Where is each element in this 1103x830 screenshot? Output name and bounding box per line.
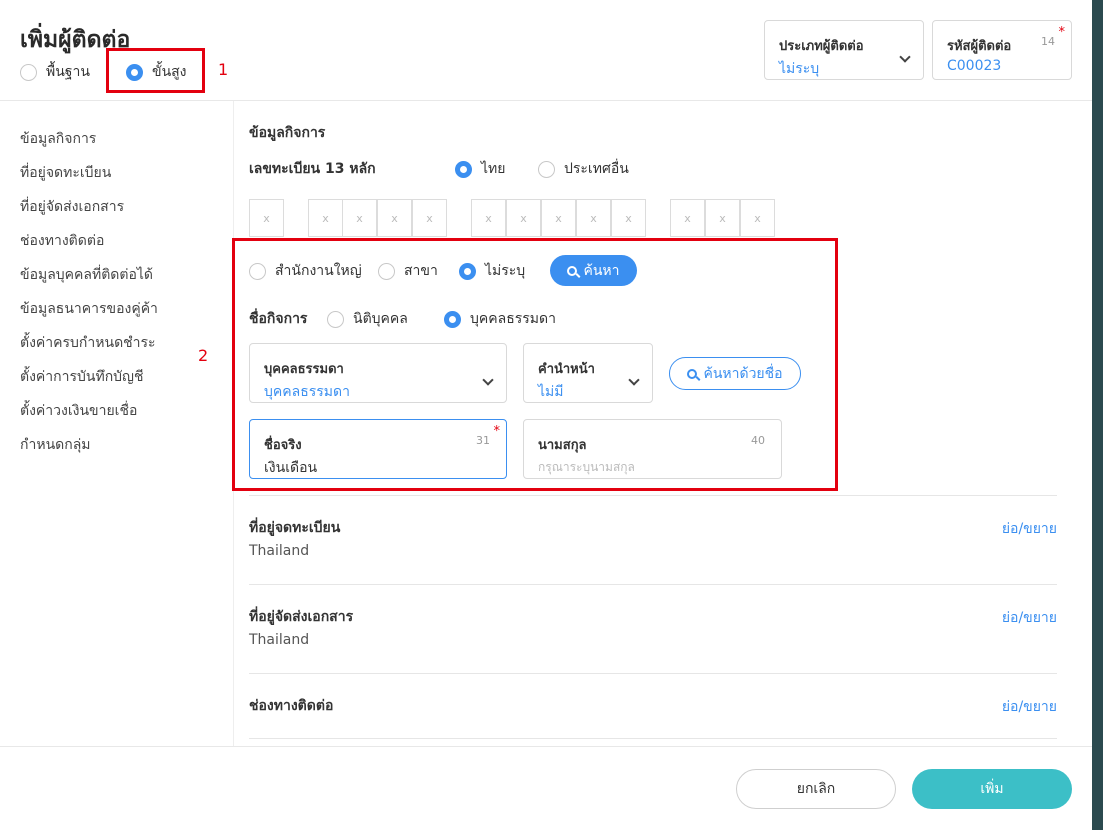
contact-type-value: ไม่ระบุ xyxy=(779,61,820,77)
add-button[interactable]: เพิ่ม xyxy=(912,769,1072,809)
tax-digit-9[interactable]: x xyxy=(576,199,611,237)
section-divider xyxy=(249,673,1057,674)
contact-code-label: รหัสผู้ติดต่อ xyxy=(947,39,1012,54)
tax-digit-5[interactable]: x xyxy=(412,199,447,237)
country-other-option[interactable]: ประเทศอื่น xyxy=(538,158,629,180)
cancel-button[interactable]: ยกเลิก xyxy=(736,769,896,809)
sidebar-item-accounting-settings[interactable]: ตั้งค่าการบันทึกบัญชี xyxy=(20,366,144,388)
country-thai-radio[interactable] xyxy=(455,160,472,178)
tax-digit-12[interactable]: x xyxy=(705,199,740,237)
mailing-address-title: ที่อยู่จัดส่งเอกสาร xyxy=(249,609,354,625)
contact-channels-title: ช่องทางติดต่อ xyxy=(249,698,334,714)
tax-digit-13[interactable]: x xyxy=(740,199,775,237)
header-divider xyxy=(0,100,1092,101)
tax-digit-4[interactable]: x xyxy=(377,199,412,237)
section-divider xyxy=(249,584,1057,585)
contact-code-field[interactable]: รหัสผู้ติดต่อ 14 * C00023 xyxy=(932,20,1072,80)
add-contact-modal: เพิ่มผู้ติดต่อ พื้นฐาน ขั้นสูง 1 ประเภทผ… xyxy=(0,0,1092,830)
sidebar-item-bank-info[interactable]: ข้อมูลธนาคารของคู่ค้า xyxy=(20,298,158,320)
sidebar-item-groups[interactable]: กำหนดกลุ่ม xyxy=(20,434,91,456)
country-other-label: ประเทศอื่น xyxy=(564,161,629,177)
section-divider xyxy=(249,495,1057,496)
tax-digit-3[interactable]: x xyxy=(342,199,377,237)
sidebar-item-registered-address[interactable]: ที่อยู่จดทะเบียน xyxy=(20,162,111,184)
tax-digit-6[interactable]: x xyxy=(471,199,506,237)
registered-address-value: Thailand xyxy=(249,543,310,559)
mode-basic-radio[interactable] xyxy=(20,63,37,81)
chevron-down-icon xyxy=(899,51,911,63)
sidebar-item-contact-persons[interactable]: ข้อมูลบุคคลที่ติดต่อได้ xyxy=(20,264,153,286)
required-marker: * xyxy=(1058,25,1066,40)
footer-divider xyxy=(0,746,1092,747)
mode-basic-label: พื้นฐาน xyxy=(46,64,90,80)
contact-code-value: C00023 xyxy=(947,58,1002,74)
sidebar-item-payment-terms[interactable]: ตั้งค่าครบกำหนดชำระ xyxy=(20,332,156,354)
business-section-title: ข้อมูลกิจการ xyxy=(249,125,326,141)
tax-id-label: เลขทะเบียน 13 หลัก xyxy=(249,161,376,177)
sidebar-item-mailing-address[interactable]: ที่อยู่จัดส่งเอกสาร xyxy=(20,196,124,218)
contact-channels-toggle[interactable]: ย่อ/ขยาย xyxy=(1002,696,1057,718)
mailing-address-value: Thailand xyxy=(249,632,310,648)
sidebar-item-business-info[interactable]: ข้อมูลกิจการ xyxy=(20,128,96,150)
tax-digit-10[interactable]: x xyxy=(611,199,646,237)
sidebar-item-credit-limit[interactable]: ตั้งค่าวงเงินขายเชื่อ xyxy=(20,400,137,422)
tax-digit-8[interactable]: x xyxy=(541,199,576,237)
annotation-box-1 xyxy=(106,48,205,93)
tax-digit-2[interactable]: x xyxy=(308,199,343,237)
annotation-box-2 xyxy=(232,238,838,491)
backdrop xyxy=(1092,0,1103,830)
contact-type-select[interactable]: ประเภทผู้ติดต่อ ไม่ระบุ xyxy=(764,20,924,80)
registered-address-title: ที่อยู่จดทะเบียน xyxy=(249,520,341,536)
contact-type-label: ประเภทผู้ติดต่อ xyxy=(779,39,864,54)
country-thai-label: ไทย xyxy=(481,161,506,177)
tax-digit-1[interactable]: x xyxy=(249,199,284,237)
mailing-address-toggle[interactable]: ย่อ/ขยาย xyxy=(1002,607,1057,629)
country-thai-option[interactable]: ไทย xyxy=(455,158,505,180)
mode-basic-option[interactable]: พื้นฐาน xyxy=(20,61,90,83)
section-divider xyxy=(249,738,1057,739)
country-other-radio[interactable] xyxy=(538,160,555,178)
contact-code-count: 14 xyxy=(1041,35,1055,48)
sidebar-item-contact-channels[interactable]: ช่องทางติดต่อ xyxy=(20,230,104,252)
annotation-label-2: 2 xyxy=(198,346,209,365)
annotation-label-1: 1 xyxy=(218,60,229,79)
tax-digit-11[interactable]: x xyxy=(670,199,705,237)
tax-digit-7[interactable]: x xyxy=(506,199,541,237)
registered-address-toggle[interactable]: ย่อ/ขยาย xyxy=(1002,518,1057,540)
